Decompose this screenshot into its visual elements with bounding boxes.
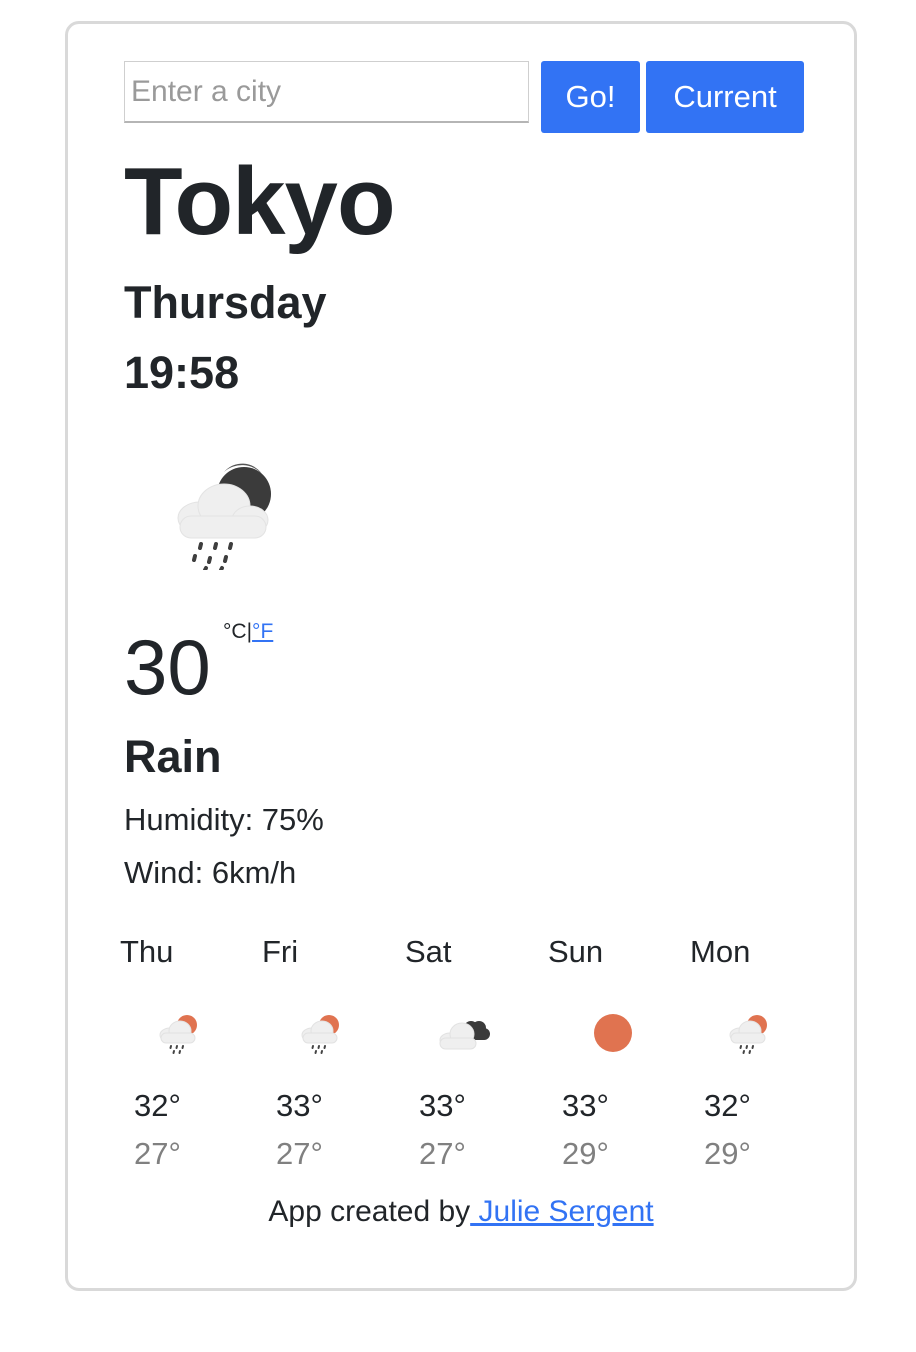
celsius-unit: °C	[223, 620, 247, 643]
current-temperature: 30	[124, 623, 211, 711]
forecast-min-temp: 29°	[704, 1136, 751, 1171]
day-rain-cloud-icon	[300, 1012, 346, 1056]
weather-card: Go! Current Tokyo Thursday 19:58	[65, 21, 857, 1291]
forecast-day-name: Mon	[690, 934, 751, 969]
current-location-button[interactable]: Current	[646, 61, 804, 133]
forecast-day-name: Fri	[262, 934, 299, 969]
forecast-max-temp: 33°	[419, 1088, 466, 1123]
current-time: 19:58	[124, 347, 240, 398]
forecast-max-temp: 32°	[134, 1088, 181, 1123]
footer: App created by Julie Sergent	[68, 1192, 854, 1232]
day-rain-cloud-icon	[728, 1012, 774, 1056]
forecast-day-name: Sun	[548, 934, 604, 969]
forecast-day: Sat 33° 27°	[405, 932, 547, 1182]
city-search-input[interactable]	[124, 61, 529, 123]
wind-speed: Wind: 6km/h	[124, 855, 297, 890]
current-day: Thursday	[124, 277, 327, 328]
author-link[interactable]: Julie Sergent	[470, 1195, 654, 1228]
go-button[interactable]: Go!	[541, 61, 640, 133]
night-rain-cloud-icon	[166, 460, 286, 572]
forecast-day: Sun 33° 29°	[548, 932, 690, 1182]
forecast-day: Thu 32° 27°	[120, 932, 262, 1182]
forecast-day-name: Sat	[405, 934, 452, 969]
forecast-min-temp: 27°	[276, 1136, 323, 1171]
unit-toggle: °C|°F	[223, 620, 273, 644]
forecast-min-temp: 29°	[562, 1136, 609, 1171]
weather-description: Rain	[124, 731, 222, 782]
forecast-day-name: Thu	[120, 934, 174, 969]
footer-credit-text: App created by	[268, 1195, 471, 1228]
fahrenheit-link[interactable]: °F	[252, 620, 273, 643]
forecast-max-temp: 33°	[276, 1088, 323, 1123]
forecast-max-temp: 32°	[704, 1088, 751, 1123]
search-form: Go! Current	[124, 61, 806, 133]
forecast: Thu 32° 27° Fri 33° 27° Sat 33° 27° Sun …	[120, 932, 820, 1182]
humidity: Humidity: 75%	[124, 802, 324, 837]
forecast-day: Fri 33° 27°	[262, 932, 404, 1182]
forecast-min-temp: 27°	[419, 1136, 466, 1171]
city-name: Tokyo	[124, 148, 396, 255]
forecast-min-temp: 27°	[134, 1136, 181, 1171]
sun-icon	[586, 1012, 632, 1056]
forecast-max-temp: 33°	[562, 1088, 609, 1123]
forecast-day: Mon 32° 29°	[690, 932, 832, 1182]
dark-cloud-icon	[438, 1012, 494, 1056]
day-rain-cloud-icon	[158, 1012, 204, 1056]
